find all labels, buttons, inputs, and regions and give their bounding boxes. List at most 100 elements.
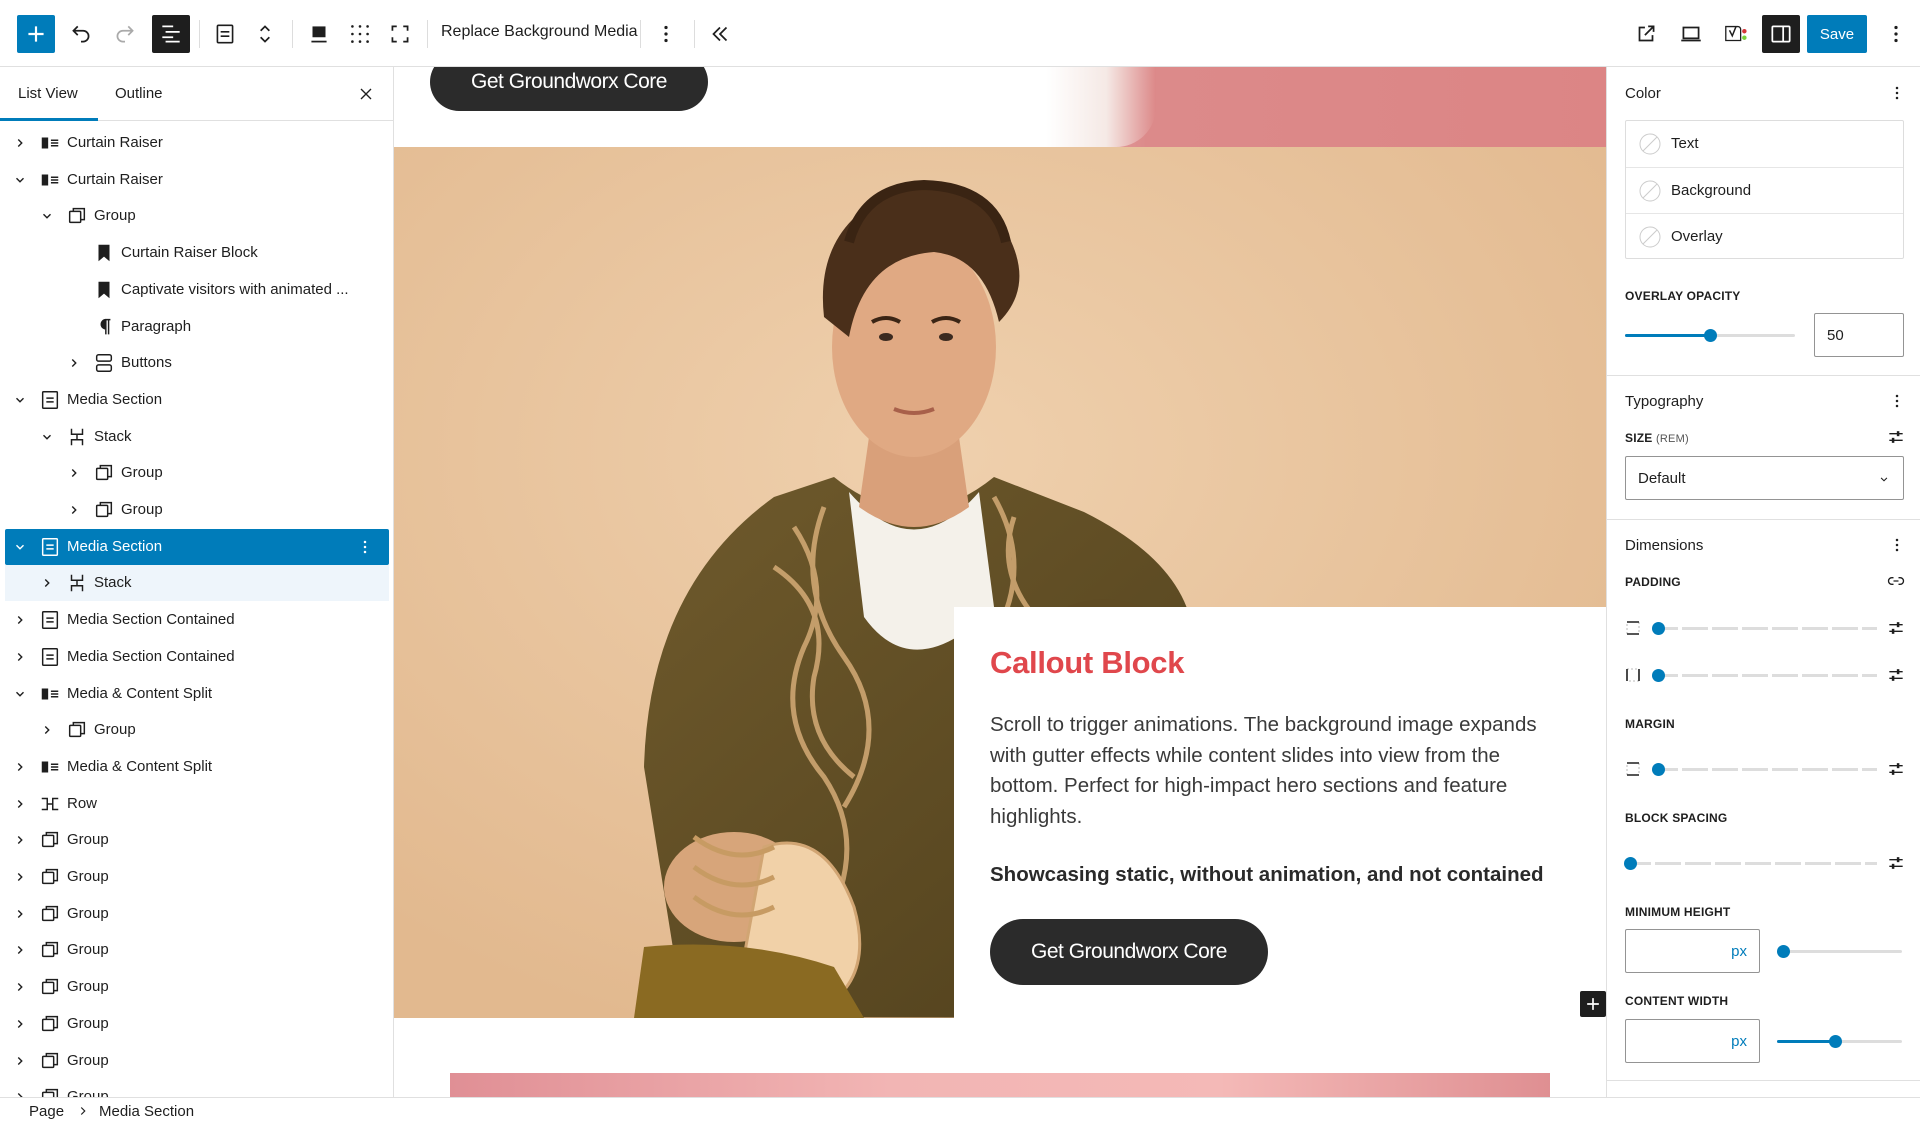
list-view-item[interactable]: Group [5,1079,389,1097]
undo-button[interactable] [62,15,100,53]
link-sides-icon[interactable] [1886,571,1906,591]
list-view-item[interactable]: Paragraph [5,309,389,345]
minimum-height-unit[interactable]: px [1731,943,1747,960]
list-view-item[interactable]: Stack [5,565,389,601]
breadcrumb-current[interactable]: Media Section [99,1103,194,1120]
move-block-button[interactable] [246,15,284,53]
redo-button[interactable] [106,15,144,53]
chevron-down-icon[interactable] [40,209,54,223]
chevron-right-icon[interactable] [13,136,27,150]
list-view-item[interactable]: Group [5,822,389,858]
close-icon[interactable] [356,84,376,104]
chevron-right-icon[interactable] [67,466,81,480]
chevron-down-icon[interactable] [13,393,27,407]
list-view-item[interactable]: Group [5,492,389,528]
chevron-right-icon[interactable] [13,797,27,811]
block-options-button[interactable] [647,15,685,53]
settings-sliders-icon[interactable] [1886,759,1906,779]
tab-list-view[interactable]: List View [18,85,78,102]
chevron-down-icon[interactable] [40,430,54,444]
chevron-right-icon[interactable] [13,1090,27,1097]
list-view-item[interactable]: Media Section Contained [5,602,389,638]
chevron-right-icon[interactable] [13,980,27,994]
list-view-item[interactable]: Group [5,969,389,1005]
save-button[interactable]: Save [1807,15,1867,53]
chevron-down-icon[interactable] [13,540,27,554]
chevron-right-icon[interactable] [13,833,27,847]
chevron-right-icon[interactable] [13,907,27,921]
overlay-opacity-input[interactable]: 50 [1814,313,1904,357]
chevron-right-icon[interactable] [67,503,81,517]
chevron-right-icon[interactable] [13,760,27,774]
settings-sliders-icon[interactable] [1886,853,1906,873]
more-vertical-icon[interactable] [1887,535,1907,555]
chevron-right-icon[interactable] [13,1054,27,1068]
options-button[interactable] [1877,15,1915,53]
align-button[interactable] [300,15,338,53]
list-view-item[interactable]: Group [5,896,389,932]
get-groundworx-core-button-top[interactable]: Get Groundworx Core [430,67,708,111]
chevron-right-icon[interactable] [40,723,54,737]
list-view-item[interactable]: Row [5,786,389,822]
list-view-item[interactable]: Stack [5,419,389,455]
replace-background-media-button[interactable]: Replace Background Media [441,23,638,41]
chevron-right-icon[interactable] [13,943,27,957]
block-inserter-button[interactable] [1580,991,1606,1017]
settings-sliders-icon[interactable] [1886,618,1906,638]
list-view-item[interactable]: Group [5,455,389,491]
list-view-item[interactable]: Curtain Raiser [5,162,389,198]
list-view-item[interactable]: Media & Content Split [5,749,389,785]
list-view-item[interactable]: Media Section [5,382,389,418]
view-page-button[interactable] [1627,15,1665,53]
text-color-option[interactable]: Text [1626,121,1903,167]
settings-sliders-icon[interactable] [1886,665,1906,685]
list-view-item[interactable]: Group [5,859,389,895]
block-type-button[interactable] [206,15,244,53]
full-height-button[interactable] [381,15,419,53]
content-width-input[interactable]: px [1625,1019,1760,1063]
chevron-right-icon[interactable] [13,650,27,664]
chevron-right-icon[interactable] [13,1017,27,1031]
list-view-item[interactable]: Buttons [5,345,389,381]
list-view-item-label: Group [67,831,109,848]
list-view-item[interactable]: Captivate visitors with animated ... [5,272,389,308]
add-block-button[interactable] [17,15,55,53]
background-color-option[interactable]: Background [1626,167,1903,213]
get-groundworx-core-button[interactable]: Get Groundworx Core [990,919,1268,985]
chevron-down-icon[interactable] [13,173,27,187]
list-view-item[interactable]: Curtain Raiser Block [5,235,389,271]
settings-sidebar-toggle-button[interactable] [1762,15,1800,53]
chevron-down-icon[interactable] [13,687,27,701]
chevron-right-icon[interactable] [40,576,54,590]
collapse-toolbar-button[interactable] [701,15,739,53]
font-size-select[interactable]: Default [1625,456,1904,500]
list-view-toggle-button[interactable] [152,15,190,53]
device-preview-button[interactable] [1672,15,1710,53]
list-view-item[interactable]: Media & Content Split [5,676,389,712]
chevron-right-icon[interactable] [13,870,27,884]
content-width-unit[interactable]: px [1731,1033,1747,1050]
breadcrumb-page[interactable]: Page [29,1103,64,1120]
tab-outline[interactable]: Outline [115,85,163,102]
overlay-color-option[interactable]: Overlay [1626,213,1903,259]
breadcrumb: Page Media Section [0,1097,1920,1124]
grid-button[interactable] [341,15,379,53]
chevron-right-icon[interactable] [67,356,81,370]
list-view-item[interactable]: Group [5,712,389,748]
media-section-block[interactable]: Callout Block Scroll to trigger animatio… [394,147,1606,1018]
chevron-right-icon[interactable] [13,613,27,627]
list-view-item[interactable]: Media Section [5,529,389,565]
list-view-item[interactable]: Group [5,932,389,968]
list-view-item[interactable]: Media Section Contained [5,639,389,675]
list-view-item[interactable]: Group [5,198,389,234]
more-vertical-icon[interactable] [1887,83,1907,103]
yoast-seo-button[interactable] [1717,15,1755,53]
list-view-item[interactable]: Curtain Raiser [5,125,389,161]
list-view-item[interactable]: Group [5,1043,389,1079]
minimum-height-input[interactable]: px [1625,929,1760,973]
more-vertical-icon[interactable] [355,537,375,557]
settings-sliders-icon[interactable] [1886,427,1906,447]
list-view-item[interactable]: Group [5,1006,389,1042]
callout-block[interactable]: Callout Block Scroll to trigger animatio… [954,607,1606,1018]
more-vertical-icon[interactable] [1887,391,1907,411]
